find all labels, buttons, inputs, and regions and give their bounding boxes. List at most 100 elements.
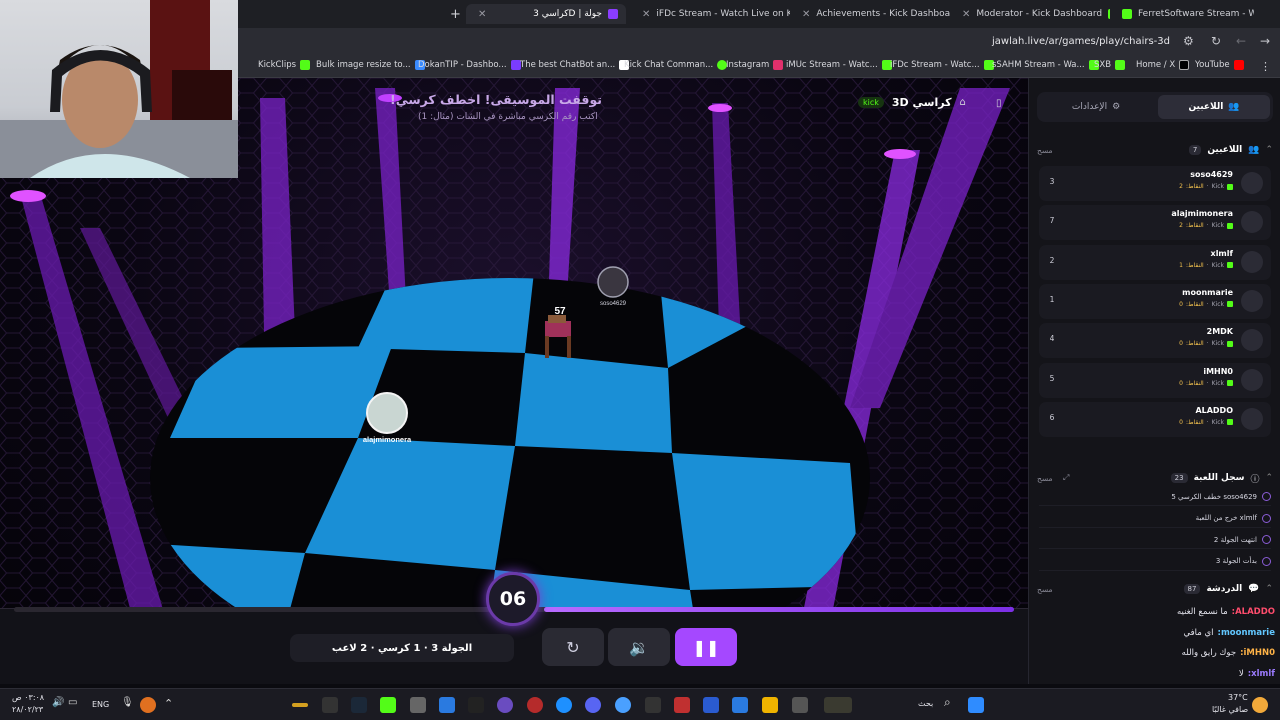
restart-button[interactable]: ↻ <box>542 628 604 666</box>
weather-temp[interactable]: 37°C <box>1228 693 1248 702</box>
kick-icon <box>1227 183 1233 190</box>
close-icon[interactable]: ✕ <box>642 9 650 20</box>
app-icon[interactable] <box>497 697 513 713</box>
site-settings-icon[interactable]: ⚙ <box>1183 34 1194 48</box>
sidebar-toggle-icon[interactable]: ▯ <box>996 98 1002 109</box>
app-icon[interactable] <box>674 697 690 713</box>
bookmark-item[interactable]: KickClips <box>258 60 311 70</box>
bookmark-label: Home / X <box>1136 60 1176 70</box>
app-icon[interactable] <box>645 697 661 713</box>
bookmark-item[interactable]: Bulk image resize to... <box>316 60 425 70</box>
weather-desc[interactable]: صافي غالبًا <box>1212 705 1248 714</box>
microphone-icon[interactable]: 🎙 <box>121 697 134 708</box>
discord-icon[interactable] <box>585 697 601 713</box>
close-icon[interactable]: ✕ <box>962 9 970 20</box>
player-row[interactable]: ALADDO Kick · النقاط: 0 6 <box>1039 401 1271 437</box>
pause-button[interactable]: ❚❚ <box>675 628 737 666</box>
expand-icon[interactable]: ⤢ <box>1063 473 1069 483</box>
player-row[interactable]: 2MDK Kick · النقاط: 0 4 <box>1039 323 1271 359</box>
edge-icon[interactable] <box>556 697 572 713</box>
new-tab-icon[interactable]: + <box>442 4 462 24</box>
bookmark-item[interactable]: sSAHM Stream - Wa... <box>992 60 1099 70</box>
app-icon[interactable] <box>322 697 338 713</box>
forward-arrow-icon[interactable]: ← <box>1236 34 1246 48</box>
app-icon[interactable] <box>292 703 308 707</box>
browser-tab[interactable]: ✕ Moderator - Kick Dashboard <box>950 4 1110 24</box>
tab-label: اللاعبين <box>1188 102 1224 112</box>
search-icon[interactable]: ⌕ <box>944 695 951 710</box>
file-explorer-icon[interactable] <box>762 697 778 713</box>
player-row[interactable]: xlmlf Kick · النقاط: 1 2 <box>1039 244 1271 280</box>
points-label: النقاط: <box>1185 379 1204 387</box>
player-row[interactable]: iMHN0 Kick · النقاط: 0 5 <box>1039 362 1271 398</box>
network-icon[interactable]: ▭ <box>68 697 77 708</box>
clock-date[interactable]: ٢٨/٠٢/٢٣ <box>12 705 43 714</box>
bookmark-item[interactable]: Home / X <box>1136 60 1190 70</box>
bookmark-item[interactable]: Instagram <box>726 60 784 70</box>
sound-button[interactable]: 🔉 <box>608 628 670 666</box>
clear-players-button[interactable]: مسح <box>1037 146 1053 155</box>
platform-label: Kick <box>1211 379 1224 387</box>
app-icon[interactable] <box>792 697 808 713</box>
platform-label: Kick <box>1211 261 1224 269</box>
clear-chat-button[interactable]: مسح <box>1037 585 1053 594</box>
clock-time[interactable]: ٠٣:٠٨ ص <box>12 693 44 702</box>
close-icon[interactable]: ✕ <box>802 9 810 20</box>
chevron-up-icon[interactable]: ⌃ <box>164 697 173 710</box>
tab-label: الإعدادات <box>1071 102 1108 112</box>
chair-number: 57 <box>554 306 566 317</box>
bookmark-item[interactable]: iMUc Stream - Watc... <box>786 60 892 70</box>
search-highlight-icon <box>824 697 852 713</box>
users-icon: 👥 <box>1248 145 1260 155</box>
taskbar-search[interactable]: بحث <box>918 699 933 708</box>
bookmark-item[interactable]: DokanTIP - Dashbo... <box>418 60 521 70</box>
chevron-up-icon[interactable]: ⌃ <box>1265 584 1273 594</box>
bookmark-item[interactable]: Kick Chat Comman... <box>624 60 728 70</box>
store-icon[interactable] <box>439 697 455 713</box>
close-icon[interactable]: ✕ <box>478 9 486 20</box>
player-avatar-alajmimonera <box>366 392 408 434</box>
bookmark-item[interactable]: iFDc Stream - Watc... <box>890 60 994 70</box>
player-row[interactable]: alajmimonera Kick · النقاط: 2 7 <box>1039 205 1271 241</box>
bookmark-item[interactable]: SXB <box>1094 60 1126 70</box>
reload-icon[interactable]: ↻ <box>1211 34 1221 48</box>
home-icon[interactable]: ⌂ <box>959 97 965 108</box>
tray-app-icon[interactable] <box>140 697 156 713</box>
settings-icon[interactable] <box>410 697 426 713</box>
kick-icon <box>1227 222 1233 229</box>
start-button-icon[interactable] <box>968 697 984 713</box>
more-bookmarks-icon[interactable]: ⋮ <box>1260 60 1271 73</box>
shield-icon[interactable] <box>732 697 748 713</box>
bookmark-item[interactable]: YouTube <box>1195 60 1244 70</box>
clear-log-button[interactable]: مسح <box>1037 474 1053 483</box>
log-dot-icon <box>1262 556 1271 566</box>
dot-separator: · <box>1206 340 1209 348</box>
back-arrow-icon[interactable]: → <box>1260 34 1270 48</box>
kick-icon <box>1227 301 1233 308</box>
chevron-up-icon[interactable]: ⌃ <box>1265 473 1273 483</box>
points-label: النقاط: <box>1185 261 1204 269</box>
steam-icon[interactable] <box>351 697 367 713</box>
app-icon[interactable] <box>703 697 719 713</box>
player-label: soso4629 <box>600 301 627 307</box>
bookmark-item[interactable]: The best ChatBot an... <box>520 60 630 70</box>
chevron-up-icon[interactable]: ⌃ <box>1265 145 1273 155</box>
player-row[interactable]: soso4629 Kick · النقاط: 2 3 <box>1039 166 1271 201</box>
tab-settings[interactable]: ⚙ الإعدادات <box>1040 95 1152 119</box>
volume-icon[interactable]: 🔊 <box>52 697 64 708</box>
browser-tab[interactable]: FerretSoftware Stream - Watch <box>1114 4 1254 24</box>
platform-label: Kick <box>1211 222 1224 230</box>
language-indicator[interactable]: ENG <box>92 700 109 709</box>
app-icon[interactable] <box>380 697 396 713</box>
chrome-icon[interactable] <box>615 697 631 713</box>
browser-tab[interactable]: ✕ Achievements - Kick Dashboard <box>790 4 950 24</box>
epic-games-icon[interactable] <box>468 697 484 713</box>
tab-players[interactable]: 👥 اللاعبين <box>1158 95 1270 119</box>
browser-tab-active[interactable]: ✕ كراسي 3D | جولة <box>466 4 626 24</box>
player-rank: 1 <box>1049 294 1055 304</box>
player-row[interactable]: moonmarie Kick · النقاط: 0 1 <box>1039 283 1271 319</box>
platform-label: Kick <box>1211 340 1224 348</box>
app-icon[interactable] <box>527 697 543 713</box>
browser-tab[interactable]: ✕ iFDc Stream - Watch Live on Kick <box>630 4 790 24</box>
url-field[interactable]: jawlah.live/ar/games/play/chairs-3d <box>992 36 1170 47</box>
